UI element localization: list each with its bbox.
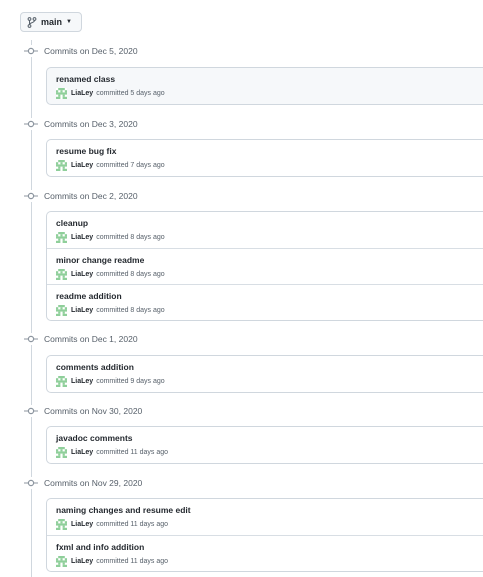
commit-message-link[interactable]: cleanup: [56, 218, 483, 229]
commit-author-link[interactable]: LiaLey: [71, 233, 93, 243]
commit-row: renamed class LiaLey committed 5 days ag…: [47, 68, 483, 104]
commit-meta: LiaLey committed 8 days ago: [56, 269, 483, 280]
commit-message-link[interactable]: minor change readme: [56, 255, 483, 266]
commit-time-text: committed 7 days ago: [96, 161, 165, 169]
git-commit-icon: [24, 190, 38, 202]
commit-message-link[interactable]: comments addition: [56, 362, 483, 373]
commit-row: readme addition LiaLey committed 8 days …: [47, 284, 483, 320]
commit-author-link[interactable]: LiaLey: [71, 557, 93, 567]
git-commit-icon: [24, 118, 38, 130]
commit-meta: LiaLey committed 9 days ago: [56, 376, 483, 387]
git-branch-icon: [27, 16, 37, 28]
commit-group-header: Commits on Dec 2, 2020: [24, 189, 138, 203]
commit-message-link[interactable]: readme addition: [56, 291, 483, 302]
commit-time-text: committed 11 days ago: [96, 557, 169, 565]
avatar[interactable]: [56, 232, 67, 243]
commit-group-date: Commits on Dec 2, 2020: [44, 191, 138, 201]
commit-time-text: committed 8 days ago: [96, 233, 165, 241]
avatar[interactable]: [56, 160, 67, 171]
commit-row: cleanup LiaLey committed 8 days ago: [47, 212, 483, 248]
commit-meta: LiaLey committed 7 days ago: [56, 160, 483, 171]
commit-meta: LiaLey committed 8 days ago: [56, 305, 483, 316]
commit-time-text: committed 8 days ago: [96, 270, 165, 278]
commit-row: javadoc comments LiaLey committed 11 day…: [47, 427, 483, 463]
commit-author-link[interactable]: LiaLey: [71, 377, 93, 387]
git-commit-icon: [24, 477, 38, 489]
avatar[interactable]: [56, 269, 67, 280]
commit-row: naming changes and resume edit LiaLey co…: [47, 499, 483, 535]
commit-group-date: Commits on Nov 29, 2020: [44, 478, 143, 488]
commit-message-link[interactable]: renamed class: [56, 74, 483, 85]
commit-list-box: naming changes and resume edit LiaLey co…: [46, 498, 483, 572]
avatar[interactable]: [56, 376, 67, 387]
commit-meta: LiaLey committed 11 days ago: [56, 447, 483, 458]
commit-message-link[interactable]: javadoc comments: [56, 433, 483, 444]
git-commit-icon: [24, 45, 38, 57]
commit-group-date: Commits on Dec 1, 2020: [44, 334, 138, 344]
commit-time-text: committed 8 days ago: [96, 306, 165, 314]
commit-list-box: comments addition LiaLey committed 9 day…: [46, 355, 483, 393]
avatar[interactable]: [56, 305, 67, 316]
commit-row: resume bug fix LiaLey committed 7 days a…: [47, 140, 483, 176]
avatar[interactable]: [56, 88, 67, 99]
commit-message-link[interactable]: fxml and info addition: [56, 542, 483, 553]
commit-list-box: renamed class LiaLey committed 5 days ag…: [46, 67, 483, 105]
commit-list-box: javadoc comments LiaLey committed 11 day…: [46, 426, 483, 464]
commit-group-date: Commits on Dec 3, 2020: [44, 119, 138, 129]
commit-group-date: Commits on Nov 30, 2020: [44, 406, 143, 416]
commits-page: main ▼ Commits on Dec 5, 2020 renamed cl…: [0, 0, 483, 577]
commit-author-link[interactable]: LiaLey: [71, 161, 93, 171]
commit-time-text: committed 11 days ago: [96, 448, 169, 456]
commit-list-box: cleanup LiaLey committed 8 days ago mino…: [46, 211, 483, 321]
commit-group-header: Commits on Nov 29, 2020: [24, 476, 142, 490]
commit-author-link[interactable]: LiaLey: [71, 520, 93, 530]
git-commit-icon: [24, 405, 38, 417]
commit-list-box: resume bug fix LiaLey committed 7 days a…: [46, 139, 483, 177]
commit-author-link[interactable]: LiaLey: [71, 89, 93, 99]
commit-row: comments addition LiaLey committed 9 day…: [47, 356, 483, 392]
commit-meta: LiaLey committed 11 days ago: [56, 519, 483, 530]
commit-time-text: committed 11 days ago: [96, 520, 169, 528]
commit-message-link[interactable]: resume bug fix: [56, 146, 483, 157]
commit-group-date: Commits on Dec 5, 2020: [44, 46, 138, 56]
commit-time-text: committed 5 days ago: [96, 89, 165, 97]
commit-row: fxml and info addition LiaLey committed …: [47, 535, 483, 571]
commit-row: minor change readme LiaLey committed 8 d…: [47, 248, 483, 284]
git-commit-icon: [24, 333, 38, 345]
commit-group-header: Commits on Nov 30, 2020: [24, 404, 142, 418]
commit-group-header: Commits on Dec 3, 2020: [24, 117, 138, 131]
caret-down-icon: ▼: [66, 19, 72, 25]
commit-group-header: Commits on Dec 1, 2020: [24, 332, 138, 346]
commit-time-text: committed 9 days ago: [96, 377, 165, 385]
branch-name-label: main: [41, 17, 63, 27]
commit-message-link[interactable]: naming changes and resume edit: [56, 505, 483, 516]
avatar[interactable]: [56, 519, 67, 530]
commit-meta: LiaLey committed 11 days ago: [56, 556, 483, 567]
avatar[interactable]: [56, 447, 67, 458]
commit-meta: LiaLey committed 8 days ago: [56, 232, 483, 243]
branch-select-button[interactable]: main ▼: [20, 12, 82, 32]
commit-author-link[interactable]: LiaLey: [71, 448, 93, 458]
avatar[interactable]: [56, 556, 67, 567]
commit-author-link[interactable]: LiaLey: [71, 270, 93, 280]
commit-group-header: Commits on Dec 5, 2020: [24, 44, 138, 58]
commit-meta: LiaLey committed 5 days ago: [56, 88, 483, 99]
commit-author-link[interactable]: LiaLey: [71, 306, 93, 316]
